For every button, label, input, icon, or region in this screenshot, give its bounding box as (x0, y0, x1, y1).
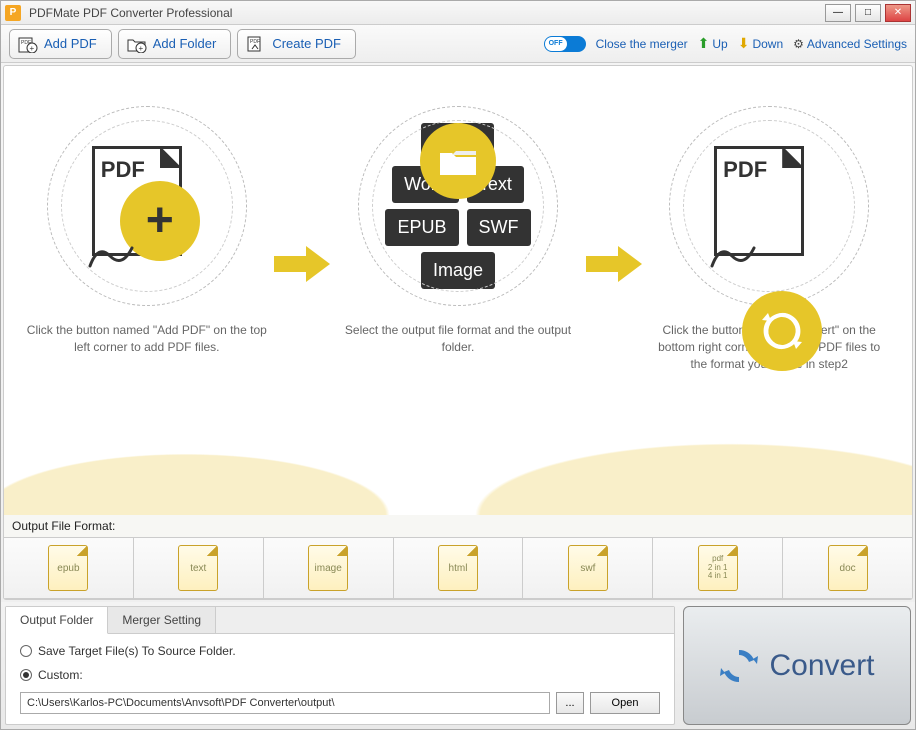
svg-text:+: + (30, 44, 35, 53)
step-2-circle: HTML WordText EPUBSWF Image (358, 106, 558, 306)
move-up-button[interactable]: ⬆Up (698, 35, 728, 52)
step-3: PDF Click the button named "Convert" on … (649, 106, 889, 372)
pdf-add-illustration: PDF + (92, 146, 202, 266)
close-button[interactable]: ✕ (885, 4, 911, 22)
output-panel: Output Folder Merger Setting Save Target… (5, 606, 675, 725)
formats-illustration: HTML WordText EPUBSWF Image (385, 123, 530, 290)
svg-text:+: + (138, 44, 143, 53)
radio-custom[interactable] (20, 669, 32, 681)
create-pdf-icon: PDF (246, 35, 266, 53)
step-2: HTML WordText EPUBSWF Image Select the o… (338, 106, 578, 356)
main-area: PDF + Click the button named "Add PDF" o… (3, 65, 913, 600)
bottom-section: Output Folder Merger Setting Save Target… (1, 602, 915, 729)
radio-save-source-label: Save Target File(s) To Source Folder. (38, 644, 236, 658)
create-pdf-label: Create PDF (272, 36, 341, 51)
convert-icon (719, 646, 759, 686)
window-controls: — □ ✕ (825, 4, 911, 22)
acrobat-swirl-icon (86, 238, 136, 274)
app-window: PDFMate PDF Converter Professional — □ ✕… (0, 0, 916, 730)
format-epub[interactable]: epub (4, 538, 134, 598)
toolbar: PDF+ Add PDF + Add Folder PDF Create PDF… (1, 25, 915, 63)
output-path-input[interactable] (20, 692, 550, 714)
add-pdf-icon: PDF+ (18, 35, 38, 53)
convert-button[interactable]: Convert (683, 606, 911, 725)
format-pdf-nup[interactable]: pdf 2 in 1 4 in 1 (653, 538, 783, 598)
title-bar: PDFMate PDF Converter Professional — □ ✕ (1, 1, 915, 25)
move-down-button[interactable]: ⬇Down (738, 35, 783, 52)
open-folder-button[interactable]: Open (590, 692, 660, 714)
format-swf[interactable]: swf (523, 538, 653, 598)
path-row: ... Open (20, 692, 660, 714)
advanced-settings-link[interactable]: ⚙Advanced Settings (793, 37, 907, 51)
pdf-convert-illustration: PDF (714, 146, 824, 266)
arrow-1-icon (272, 242, 332, 289)
add-folder-label: Add Folder (153, 36, 217, 51)
create-pdf-button[interactable]: PDF Create PDF (237, 29, 356, 59)
step-2-text: Select the output file format and the ou… (338, 322, 578, 356)
toolbar-right: OFF Close the merger ⬆Up ⬇Down ⚙Advanced… (544, 35, 907, 52)
add-pdf-label: Add PDF (44, 36, 97, 51)
tab-output-folder[interactable]: Output Folder (6, 607, 108, 634)
format-html[interactable]: html (394, 538, 524, 598)
close-merger-link[interactable]: Close the merger (596, 37, 688, 51)
plus-icon: + (146, 197, 174, 245)
tab-merger-setting[interactable]: Merger Setting (108, 607, 216, 633)
maximize-button[interactable]: □ (855, 4, 881, 22)
minimize-button[interactable]: — (825, 4, 851, 22)
window-title: PDFMate PDF Converter Professional (29, 6, 825, 20)
format-image[interactable]: image (264, 538, 394, 598)
output-format-label: Output File Format: (4, 515, 912, 537)
convert-label: Convert (769, 649, 874, 683)
format-text[interactable]: text (134, 538, 264, 598)
arrow-2-icon (584, 242, 644, 289)
radio-custom-row: Custom: (20, 668, 660, 682)
tab-body: Save Target File(s) To Source Folder. Cu… (6, 634, 674, 724)
add-pdf-button[interactable]: PDF+ Add PDF (9, 29, 112, 59)
step-1: PDF + Click the button named "Add PDF" o… (27, 106, 267, 356)
step-1-text: Click the button named "Add PDF" on the … (27, 322, 267, 356)
merger-toggle[interactable]: OFF (544, 36, 586, 52)
format-bar: epub text image html swf pdf 2 in 1 4 in… (4, 537, 912, 599)
browse-button[interactable]: ... (556, 692, 584, 714)
step-3-circle: PDF (669, 106, 869, 306)
instructions-panel: PDF + Click the button named "Add PDF" o… (4, 66, 912, 515)
radio-save-source[interactable] (20, 645, 32, 657)
up-arrow-icon: ⬆ (698, 35, 710, 52)
add-folder-icon: + (127, 35, 147, 53)
app-logo-icon (5, 5, 21, 21)
step-1-circle: PDF + (47, 106, 247, 306)
toggle-knob: OFF (545, 37, 567, 51)
acrobat-swirl-icon-2 (708, 238, 758, 274)
down-arrow-icon: ⬇ (738, 35, 750, 52)
radio-save-source-row: Save Target File(s) To Source Folder. (20, 644, 660, 658)
add-folder-button[interactable]: + Add Folder (118, 29, 232, 59)
svg-text:PDF: PDF (250, 39, 260, 45)
folder-circle-icon (420, 123, 496, 199)
radio-custom-label: Custom: (38, 668, 83, 682)
gear-icon: ⚙ (793, 37, 804, 51)
refresh-icon (760, 309, 804, 353)
tab-row: Output Folder Merger Setting (6, 607, 674, 634)
format-doc[interactable]: doc (783, 538, 912, 598)
